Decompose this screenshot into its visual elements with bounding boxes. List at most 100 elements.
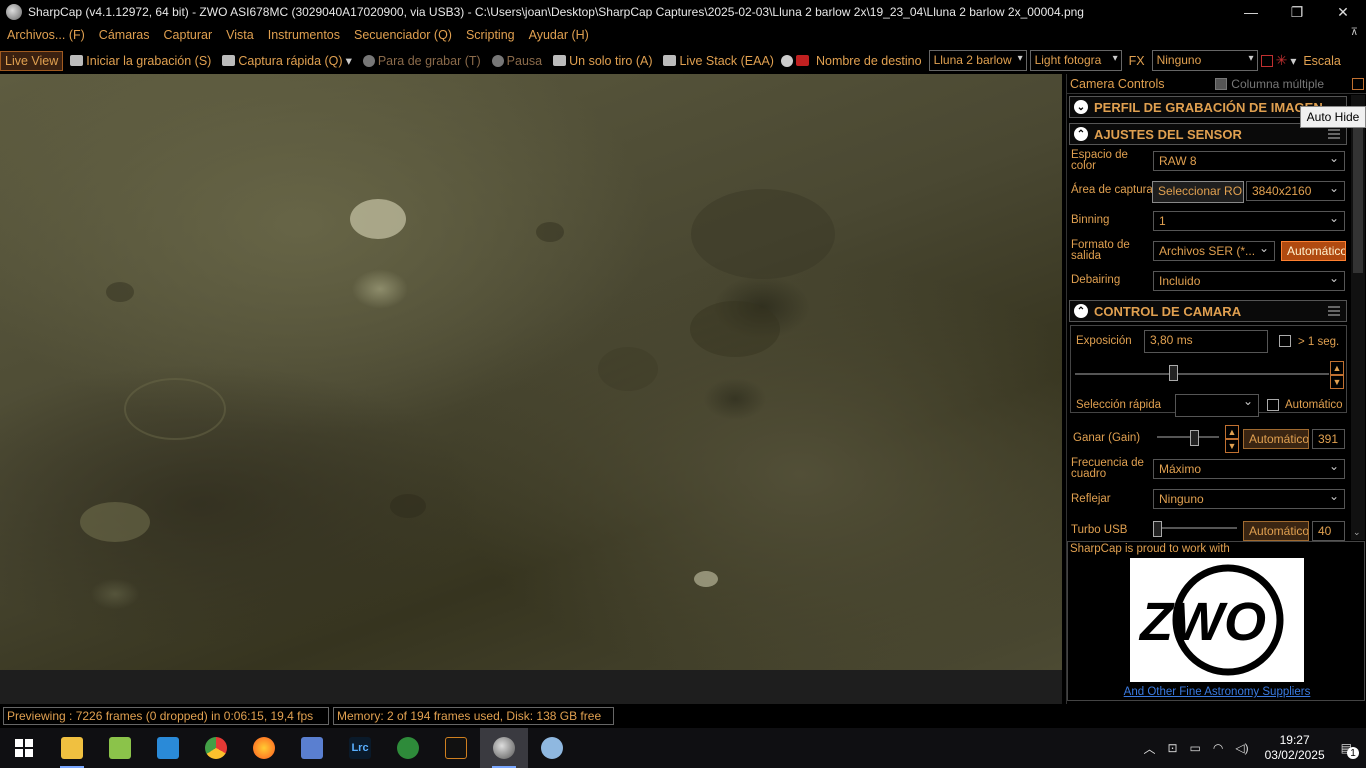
spin-down-icon[interactable]: ▼ bbox=[1330, 375, 1344, 389]
pause-icon bbox=[491, 54, 504, 67]
output-format-select[interactable]: Archivos SER (*... bbox=[1153, 241, 1275, 261]
chevron-up-icon[interactable]: ⌃ bbox=[1074, 127, 1088, 141]
binning-select[interactable]: 1 bbox=[1153, 211, 1345, 231]
viewer-bottom-strip bbox=[0, 670, 1062, 704]
video-camera-icon bbox=[222, 55, 236, 66]
debayer-select[interactable]: Incluido bbox=[1153, 271, 1345, 291]
turbo-auto-button[interactable]: Automático bbox=[1243, 521, 1309, 541]
scroll-down-icon[interactable]: ⌄ bbox=[1353, 527, 1361, 538]
menu-capturar[interactable]: Capturar bbox=[157, 28, 220, 42]
file-explorer-icon[interactable] bbox=[48, 728, 96, 768]
start-capture-button[interactable]: Iniciar la grabación (S) bbox=[66, 52, 215, 70]
flip-select[interactable]: Ninguno bbox=[1153, 489, 1345, 509]
gain-auto-button[interactable]: Automático bbox=[1243, 429, 1309, 449]
spin-down-icon[interactable]: ▼ bbox=[1225, 439, 1239, 453]
select-roi-button[interactable]: Seleccionar ROI bbox=[1152, 181, 1244, 203]
inc-icon[interactable] bbox=[795, 55, 809, 66]
grid-icon[interactable]: ✳ bbox=[1276, 52, 1288, 69]
paint-app-icon[interactable] bbox=[528, 728, 576, 768]
speaker-icon[interactable]: ◁) bbox=[1235, 741, 1248, 755]
target-name-input[interactable]: Lluna 2 barlow bbox=[928, 50, 1027, 71]
color-space-select[interactable]: RAW 8 bbox=[1153, 151, 1345, 171]
notification-center-icon[interactable]: ▤ 1 bbox=[1341, 741, 1359, 759]
panel-scrollbar[interactable]: ⌄ bbox=[1351, 95, 1365, 540]
over-one-sec-checkbox[interactable] bbox=[1279, 335, 1291, 347]
chrome-logo-icon bbox=[205, 737, 227, 759]
stop-recording-button[interactable]: Para de grabar (T) bbox=[359, 52, 485, 70]
moon-icon[interactable] bbox=[780, 54, 793, 67]
chevron-down-icon[interactable]: ▾ bbox=[346, 53, 352, 68]
minimize-button[interactable]: — bbox=[1228, 0, 1274, 24]
close-button[interactable]: ✕ bbox=[1320, 0, 1366, 24]
turbo-value-input[interactable]: 40 bbox=[1312, 521, 1345, 541]
section-camera-control[interactable]: ⌃ CONTROL DE CAMARA bbox=[1069, 300, 1347, 322]
curve-app-icon[interactable] bbox=[432, 728, 480, 768]
menu-bar: Archivos... (F) Cámaras Capturar Vista I… bbox=[0, 24, 1366, 46]
pause-label: Pausa bbox=[506, 53, 543, 68]
checkbox[interactable] bbox=[1215, 77, 1228, 90]
quick-select-select[interactable] bbox=[1175, 394, 1259, 417]
reticle-icon[interactable] bbox=[1260, 54, 1273, 67]
chevron-down-icon[interactable]: ▾ bbox=[1290, 54, 1296, 68]
auto-hide-pin-icon[interactable] bbox=[1352, 77, 1364, 90]
sharpcap-taskbar-icon[interactable] bbox=[480, 728, 528, 768]
section-camera-label: CONTROL DE CAMARA bbox=[1094, 303, 1242, 319]
green-app-icon[interactable] bbox=[384, 728, 432, 768]
output-auto-button[interactable]: Automático bbox=[1281, 241, 1346, 261]
scrollbar-thumb[interactable] bbox=[1353, 128, 1363, 273]
exposure-slider-thumb[interactable] bbox=[1169, 365, 1178, 381]
multi-column-toggle[interactable]: Columna múltiple bbox=[1215, 77, 1364, 91]
lightroom-classic-icon[interactable]: Lrc bbox=[336, 728, 384, 768]
zwo-logo[interactable]: ZWO bbox=[1130, 558, 1304, 682]
maximize-button[interactable]: ❐ bbox=[1274, 0, 1320, 24]
firefox-icon[interactable] bbox=[240, 728, 288, 768]
scale-label[interactable]: Escala bbox=[1299, 52, 1345, 70]
spin-up-icon[interactable]: ▲ bbox=[1225, 425, 1239, 439]
gain-value-input[interactable]: 391 bbox=[1312, 429, 1345, 449]
exposure-input[interactable]: 3,80 ms bbox=[1144, 330, 1268, 353]
battery-icon[interactable]: ▭ bbox=[1190, 741, 1201, 755]
chevron-down-icon[interactable]: ⌄ bbox=[1074, 100, 1088, 114]
menu-ayudar[interactable]: Ayudar (H) bbox=[522, 28, 596, 42]
chevron-up-icon[interactable]: ⌃ bbox=[1074, 304, 1088, 318]
menu-archivos[interactable]: Archivos... (F) bbox=[0, 28, 92, 42]
menu-camaras[interactable]: Cámaras bbox=[92, 28, 157, 42]
live-stack-button[interactable]: Live Stack (EAA) bbox=[659, 52, 777, 70]
chrome-icon[interactable] bbox=[192, 728, 240, 768]
spin-up-icon[interactable]: ▲ bbox=[1330, 361, 1344, 375]
windows-start-icon[interactable] bbox=[0, 728, 48, 768]
turbo-slider-track[interactable] bbox=[1153, 527, 1237, 529]
section-sensor-label: AJUSTES DEL SENSOR bbox=[1094, 126, 1242, 142]
exposure-slider-track[interactable] bbox=[1075, 373, 1329, 375]
chevron-up-icon[interactable]: ︿ bbox=[1143, 740, 1155, 757]
gain-slider-thumb[interactable] bbox=[1190, 430, 1199, 446]
menu-scripting[interactable]: Scripting bbox=[459, 28, 522, 42]
wifi-icon[interactable]: ◠ bbox=[1213, 741, 1223, 755]
quick-capture-button[interactable]: Captura rápida (Q) ▾ bbox=[218, 51, 356, 70]
frame-type-select[interactable]: Light fotogra bbox=[1029, 50, 1122, 71]
network-tool-icon[interactable] bbox=[288, 728, 336, 768]
clock[interactable]: 19:27 03/02/2025 bbox=[1265, 733, 1325, 763]
suppliers-link[interactable]: And Other Fine Astronomy Suppliers bbox=[1068, 686, 1366, 698]
meet-now-icon[interactable]: ⊡ bbox=[1167, 741, 1177, 755]
menu-secuenciador[interactable]: Secuenciador (Q) bbox=[347, 28, 459, 42]
pin-icon[interactable]: ⊼ bbox=[1351, 27, 1358, 38]
notepad-plus-icon[interactable] bbox=[96, 728, 144, 768]
menu-instrumentos[interactable]: Instrumentos bbox=[261, 28, 347, 42]
fx-select[interactable]: Ninguno bbox=[1151, 50, 1258, 71]
gain-slider-track[interactable] bbox=[1157, 436, 1219, 438]
quick-auto-checkbox[interactable] bbox=[1267, 399, 1279, 411]
menu-vista[interactable]: Vista bbox=[219, 28, 261, 42]
pause-button[interactable]: Pausa bbox=[488, 52, 546, 70]
vscode-icon[interactable] bbox=[144, 728, 192, 768]
color-space-label: Espacio de color bbox=[1071, 149, 1128, 172]
capture-area-select[interactable]: 3840x2160 bbox=[1246, 181, 1345, 201]
live-view-button[interactable]: Live View bbox=[0, 50, 64, 71]
image-viewer[interactable] bbox=[0, 74, 1062, 670]
hamburger-menu-icon[interactable] bbox=[1328, 306, 1340, 316]
hamburger-menu-icon[interactable] bbox=[1328, 129, 1340, 139]
quick-capture-label: Captura rápida (Q) bbox=[238, 53, 343, 68]
turbo-slider-thumb[interactable] bbox=[1153, 521, 1162, 537]
frame-rate-select[interactable]: Máximo bbox=[1153, 459, 1345, 479]
single-shot-button[interactable]: Un solo tiro (A) bbox=[549, 52, 656, 70]
